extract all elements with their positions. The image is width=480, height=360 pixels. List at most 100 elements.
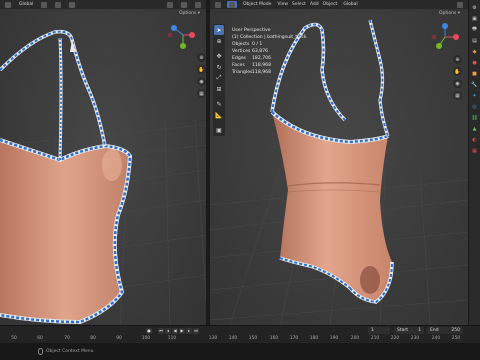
frame-tick: 190 [329, 336, 339, 341]
playback-controls: ● [146, 327, 152, 334]
shading-solid-button[interactable] [193, 1, 203, 8]
cube-icon [215, 1, 221, 8]
editor-type-button[interactable] [213, 1, 223, 8]
tool-properties-icon[interactable]: ⚙ [471, 4, 479, 12]
frame-tick: 180 [309, 336, 319, 341]
jump-end-icon[interactable]: ⏭ [193, 327, 199, 334]
record-icon[interactable]: ● [146, 327, 152, 334]
hand-icon[interactable]: ✋ [197, 65, 206, 74]
mode-dropdown[interactable]: Object Mode [241, 1, 274, 8]
frame-tick: 200 [350, 336, 360, 341]
prev-keyframe-icon[interactable]: ◂ [165, 327, 171, 334]
texture-properties-icon[interactable]: ▦ [471, 147, 479, 155]
left-viewport-header: Global [0, 0, 206, 9]
render-properties-icon[interactable]: ▣ [471, 15, 479, 23]
stat-row: Vertices 63,876 [232, 48, 307, 55]
options-dropdown[interactable]: Options ▾ [439, 11, 460, 16]
end-label: End [430, 328, 439, 333]
modifier-properties-icon[interactable]: 🔧 [471, 81, 479, 89]
xray-button[interactable] [179, 1, 189, 8]
right-3d-viewport[interactable]: Object Mode View Select Add Object Globa… [210, 0, 468, 325]
frame-tick: 50 [11, 336, 17, 341]
stat-key: Edges [232, 56, 246, 61]
orientation-label: Global [19, 2, 34, 7]
options-dropdown[interactable]: Options ▾ [179, 11, 200, 16]
playback-controls: ⏮ ◂ ◀ ▶ ▸ ⏭ [158, 327, 199, 334]
properties-tab-strip: ⚙ ▣ 🖶 ▤ ◆ ● ■ 🔧 ✦ ◎ ⛓ ▲ ◐ ▦ [468, 0, 480, 325]
start-frame-field[interactable]: Start 1 [394, 327, 424, 334]
mouse-right-icon [38, 348, 43, 355]
navigation-gizmo[interactable] [428, 22, 462, 52]
overlay-button[interactable] [165, 1, 175, 8]
stat-row: Objects 0 / 1 [232, 41, 307, 48]
measure-tool-icon[interactable]: 📐 [214, 110, 224, 120]
current-frame-value: 1 [371, 328, 374, 333]
add-cube-tool-icon[interactable]: ▣ [214, 125, 224, 135]
pivot-icon [41, 1, 48, 8]
stat-row: Edges 182,706 [232, 55, 307, 62]
camera-icon[interactable]: ◉ [453, 79, 462, 88]
constraints-icon[interactable]: ⛓ [471, 114, 479, 122]
frame-tick: 210 [370, 336, 380, 341]
menu-view[interactable]: View [277, 2, 288, 7]
play-reverse-icon[interactable]: ◀ [172, 327, 178, 334]
frame-tick: 230 [410, 336, 420, 341]
zoom-icon[interactable]: ⊕ [453, 55, 462, 64]
world-properties-icon[interactable]: ● [471, 59, 479, 67]
orientation-dropdown[interactable]: Global [17, 1, 36, 8]
annotate-tool-icon[interactable]: ✎ [214, 99, 224, 109]
tool-shelf: ➤ ⊕ ✥ ↻ ⤢ ⊞ ✎ 📐 ▣ [213, 24, 225, 136]
next-keyframe-icon[interactable]: ▸ [186, 327, 192, 334]
play-icon[interactable]: ▶ [179, 327, 185, 334]
status-hint: Object Context Menu [46, 349, 94, 354]
rotate-tool-icon[interactable]: ↻ [214, 62, 224, 72]
data-properties-icon[interactable]: ▲ [471, 125, 479, 133]
menu-add[interactable]: Add [310, 2, 319, 7]
select-tool-icon[interactable]: ➤ [214, 25, 224, 35]
sphere-icon [195, 1, 201, 8]
shading-solid-button[interactable] [455, 1, 465, 8]
frame-tick: 220 [390, 336, 400, 341]
camera-icon[interactable]: ◉ [197, 77, 206, 86]
left-3d-viewport[interactable]: Global Options ▾ ⊕ ✋ ◉ ▦ [0, 0, 206, 325]
stat-key: Faces [232, 63, 245, 68]
pivot-button[interactable] [39, 1, 50, 8]
grid-icon[interactable]: ▦ [453, 91, 462, 100]
scene-properties-icon[interactable]: ◆ [471, 48, 479, 56]
hand-icon[interactable]: ✋ [453, 67, 462, 76]
scale-tool-icon[interactable]: ⤢ [214, 73, 224, 83]
navigation-gizmo[interactable] [166, 20, 200, 50]
current-frame-field[interactable]: 1 [368, 327, 390, 334]
editor-type-button[interactable] [3, 1, 13, 8]
object-properties-icon[interactable]: ■ [471, 70, 479, 78]
view-layer-icon[interactable]: ▤ [471, 37, 479, 45]
material-properties-icon[interactable]: ◐ [471, 136, 479, 144]
menu-object[interactable]: Object [323, 2, 338, 7]
magnet-icon [55, 1, 62, 8]
xray-icon [181, 1, 187, 8]
timeline[interactable]: ● ⏮ ◂ ◀ ▶ ▸ ⏭ 1 Start 1 End 250 50 60 70 8… [0, 325, 480, 343]
orientation-dropdown[interactable]: Global [341, 1, 360, 8]
jump-start-icon[interactable]: ⏮ [158, 327, 164, 334]
physics-icon[interactable]: ◎ [471, 103, 479, 111]
zoom-icon[interactable]: ⊕ [197, 53, 206, 62]
cursor-tool-icon[interactable]: ⊕ [214, 36, 224, 46]
frame-tick: 100 [141, 336, 151, 341]
proportional-icon [69, 1, 76, 8]
move-tool-icon[interactable]: ✥ [214, 51, 224, 61]
end-frame-field[interactable]: End 250 [427, 327, 463, 334]
frame-tick: 250 [451, 336, 461, 341]
frame-tick: 90 [116, 336, 122, 341]
grid-icon[interactable]: ▦ [197, 89, 206, 98]
frame-tick: 170 [289, 336, 299, 341]
snap-button[interactable] [53, 1, 64, 8]
stat-key: Vertices [232, 49, 251, 54]
menu-select[interactable]: Select [292, 2, 306, 7]
output-properties-icon[interactable]: 🖶 [471, 26, 479, 34]
end-value: 250 [451, 328, 460, 333]
transform-tool-icon[interactable]: ⊞ [214, 84, 224, 94]
particles-icon[interactable]: ✦ [471, 92, 479, 100]
select-box-button[interactable] [227, 1, 237, 8]
proportional-button[interactable] [67, 1, 78, 8]
sphere-icon [457, 1, 463, 8]
